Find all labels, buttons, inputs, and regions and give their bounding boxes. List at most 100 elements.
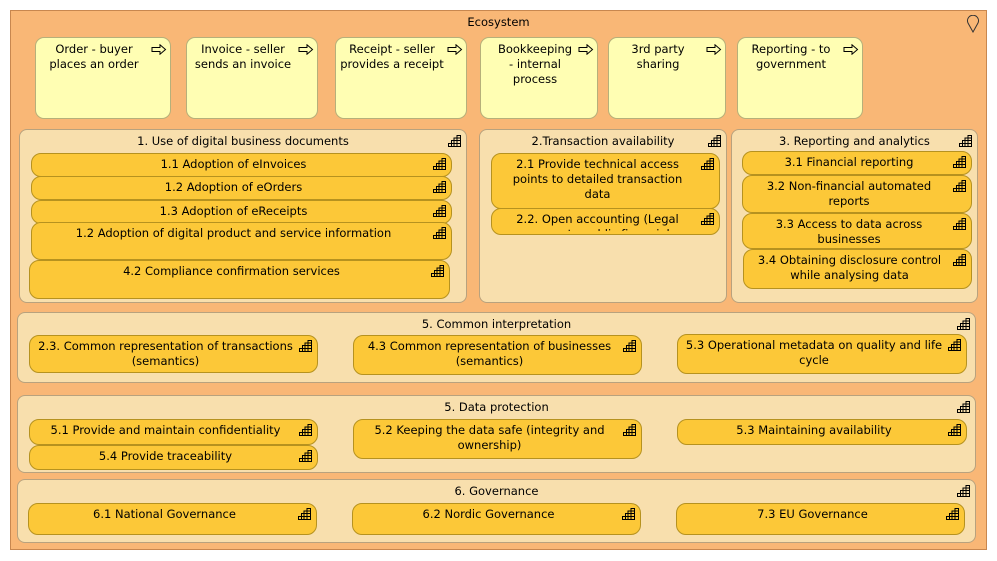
capability-icon [298,508,311,520]
process-label: Receipt - seller provides a receipt [340,42,444,71]
capability-icon [959,135,972,147]
group-title: 1. Use of digital business documents [137,134,349,148]
capability-icon [948,424,961,436]
capability-icon [433,205,446,217]
capability-icon [948,339,961,351]
ecosystem-title: Ecosystem [467,15,530,29]
capability-icon [433,158,446,170]
capability-icon [953,254,966,266]
capability-label: 3.1 Financial reporting [784,155,914,169]
capability-icon [299,424,312,436]
capability-label: 6.1 National Governance [93,507,236,521]
capability-item[interactable]: 5.4 Provide traceability [29,445,318,470]
capability-label: 5.1 Provide and maintain confidentiality [50,423,281,437]
capability-icon [433,181,446,193]
capability-icon [946,508,959,520]
capability-item[interactable]: 6.2 Nordic Governance [352,503,641,535]
capability-label: 5.2 Keeping the data safe (integrity and… [374,423,605,452]
capability-label: 2.2. Open accounting (Legal access to pu… [516,212,679,231]
capability-icon [953,180,966,192]
process-label: Bookkeeping - internal process [497,42,573,86]
capability-label: 5.3 Maintaining availability [736,423,892,437]
process-arrow-icon [843,44,859,55]
capability-icon [623,424,636,436]
capability-label: 1.3 Adoption of eReceipts [159,204,308,218]
process-receipt[interactable]: Receipt - seller provides a receipt [335,37,467,119]
capability-item[interactable]: 6.1 National Governance [28,503,317,535]
group-title: 5. Common interpretation [421,317,572,331]
capability-label: 1.2 Adoption of digital product and serv… [75,226,392,240]
group-common-interpretation[interactable]: 5. Common interpretation 2.3. Common rep… [17,312,976,383]
capability-item[interactable]: 7.3 EU Governance [676,503,965,535]
group-reporting-analytics[interactable]: 3. Reporting and analytics 3.1 Financial… [731,129,978,303]
capability-item[interactable]: 2.3. Common representation of transactio… [29,335,318,373]
capability-icon [701,213,714,225]
capability-label: 3.4 Obtaining disclosure control while a… [757,253,942,282]
capability-item[interactable]: 5.3 Operational metadata on quality and … [677,334,967,374]
capability-icon [433,227,446,239]
group-transaction-availability[interactable]: 2.Transaction availability 2.1 Provide t… [479,129,727,303]
process-label: Reporting - to government [751,42,831,71]
ecosystem-container: Ecosystem Order - buyer places an order … [10,10,987,550]
process-reporting[interactable]: Reporting - to government [737,37,863,119]
capability-icon [622,508,635,520]
process-arrow-icon [706,44,722,55]
capability-item[interactable]: 5.1 Provide and maintain confidentiality [29,419,318,445]
group-title: 6. Governance [454,484,539,498]
process-label: Invoice - seller sends an invoice [194,42,292,71]
capability-icon [953,156,966,168]
capability-label: 2.3. Common representation of transactio… [38,339,293,368]
capability-item[interactable]: 1.1 Adoption of eInvoices [31,153,452,177]
capability-label: 1.2 Adoption of eOrders [164,180,303,194]
capability-item[interactable]: 1.2 Adoption of digital product and serv… [31,222,452,260]
process-invoice[interactable]: Invoice - seller sends an invoice [186,37,318,119]
capability-item[interactable]: 4.3 Common representation of businesses … [353,335,642,375]
capability-label: 5.4 Provide traceability [98,449,233,463]
capability-label: 3.3 Access to data across businesses [775,217,923,246]
capability-icon [701,158,714,170]
capability-icon [957,318,970,330]
capability-item[interactable]: 3.3 Access to data across businesses [742,213,972,249]
process-arrow-icon [151,44,167,55]
capability-icon [957,401,970,413]
process-bookkeeping[interactable]: Bookkeeping - internal process [480,37,598,119]
capability-item[interactable]: 1.2 Adoption of eOrders [31,176,452,200]
capability-icon [708,135,721,147]
group-title: 2.Transaction availability [531,134,675,148]
capability-item[interactable]: 5.2 Keeping the data safe (integrity and… [353,419,642,459]
group-governance[interactable]: 6. Governance 6.1 National Governance 6.… [17,479,976,543]
process-order[interactable]: Order - buyer places an order [35,37,171,119]
capability-icon [957,485,970,497]
capability-icon [953,218,966,230]
capability-item[interactable]: 1.3 Adoption of eReceipts [31,200,452,224]
capability-label: 1.1 Adoption of eInvoices [160,157,307,171]
location-icon [967,15,979,33]
process-arrow-icon [447,44,463,55]
process-label: Order - buyer places an order [49,42,139,71]
capability-item[interactable]: 4.2 Compliance confirmation services [29,260,450,299]
capability-item[interactable]: 3.1 Financial reporting [742,151,972,175]
capability-item[interactable]: 2.2. Open accounting (Legal access to pu… [491,208,720,235]
capability-item[interactable]: 3.4 Obtaining disclosure control while a… [743,249,972,289]
group-title: 3. Reporting and analytics [779,134,930,148]
process-arrow-icon [298,44,314,55]
capability-item[interactable]: 2.1 Provide technical access points to d… [491,153,720,209]
capability-label: 2.1 Provide technical access points to d… [512,157,683,201]
process-3rd-party[interactable]: 3rd party sharing [608,37,726,119]
capability-label: 5.3 Operational metadata on quality and … [685,338,943,367]
capability-label: 3.2 Non-financial automated reports [766,179,932,208]
capability-icon [623,340,636,352]
capability-icon [299,340,312,352]
capability-icon [431,265,444,277]
group-data-protection[interactable]: 5. Data protection 5.1 Provide and maint… [17,395,976,473]
capability-icon [448,135,461,147]
group-digital-business-documents[interactable]: 1. Use of digital business documents 1.1… [19,129,467,303]
capability-label: 4.2 Compliance confirmation services [123,264,340,278]
capability-item[interactable]: 5.3 Maintaining availability [677,419,967,445]
capability-label: 6.2 Nordic Governance [422,507,555,521]
capability-label: 4.3 Common representation of businesses … [367,339,612,368]
process-arrow-icon [578,44,594,55]
capability-item[interactable]: 3.2 Non-financial automated reports [742,175,972,213]
capability-icon [299,450,312,462]
group-title: 5. Data protection [444,400,549,414]
